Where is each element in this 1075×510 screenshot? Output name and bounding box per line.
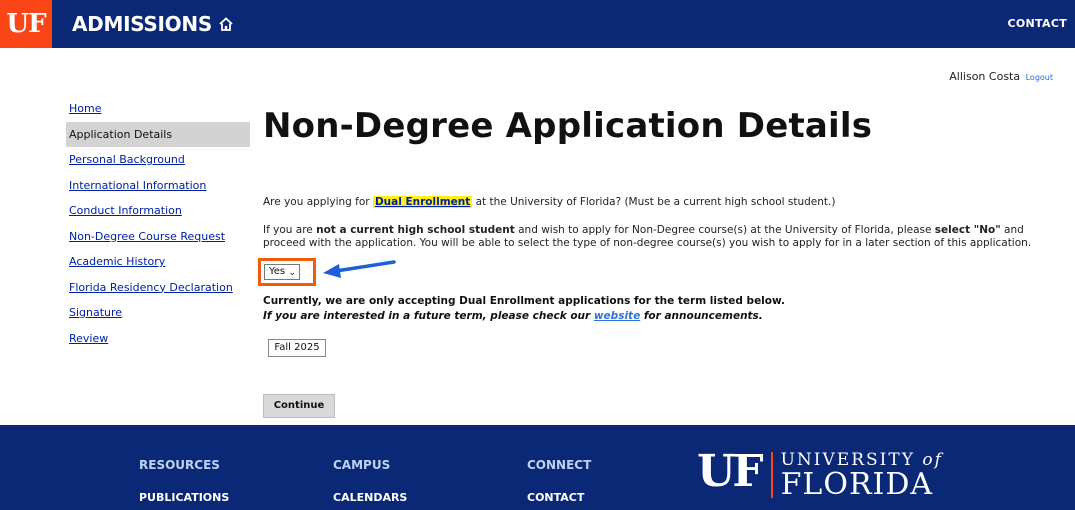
info-text-1: If you are [263,224,317,236]
user-name: Allison Costa [949,70,1021,83]
sidebar-item-conduct-information[interactable]: Conduct Information [66,198,250,224]
uf-logo-letters: UF [697,446,764,497]
footer-link-publications[interactable]: PUBLICATIONS [139,491,229,504]
term-field: Fall 2025 [268,339,326,357]
info-bold-2: select "No" [934,224,1001,236]
annotation-highlight-box: Yes ⌄ [258,258,316,286]
dual-enrollment-select[interactable]: Yes ⌄ [264,264,300,280]
uf-logo-badge[interactable]: UF [0,0,52,48]
footer-heading-connect: CONNECT [527,458,592,472]
footer-col-campus: CAMPUS CALENDARS [333,458,407,504]
header-contact-link[interactable]: CONTACT [1008,17,1067,30]
question-text-pre: Are you applying for [263,196,373,208]
site-footer: RESOURCES PUBLICATIONS CAMPUS CALENDARS … [0,425,1075,510]
notice-line-2: If you are interested in a future term, … [263,309,785,324]
logout-link[interactable]: Logout [1026,73,1053,82]
sidebar-item-review[interactable]: Review [66,326,250,352]
sidebar-item-home[interactable]: Home [66,96,250,122]
uf-logo-wordmark: UNIVERSITY of FLORIDA [781,450,943,500]
chevron-down-icon: ⌄ [288,268,296,278]
footer-col-resources: RESOURCES PUBLICATIONS [139,458,229,504]
sidebar-item-personal-background[interactable]: Personal Background [66,147,250,173]
continue-button[interactable]: Continue [263,394,335,418]
sidebar-item-florida-residency-declaration[interactable]: Florida Residency Declaration [66,275,250,301]
home-icon[interactable] [218,16,234,32]
sidebar-item-signature[interactable]: Signature [66,300,250,326]
annotation-arrow-icon [323,260,396,278]
term-notice: Currently, we are only accepting Dual En… [263,294,785,324]
sidebar-item-international-information[interactable]: International Information [66,173,250,199]
info-bold-1: not a current high school student [316,224,515,236]
user-info: Allison Costa Logout [949,70,1053,83]
notice-text-post: for announcements. [640,310,763,322]
university-of-florida-logo[interactable]: UF UNIVERSITY of FLORIDA [697,450,943,500]
site-title[interactable]: ADMISSIONS [72,12,212,36]
footer-heading-resources: RESOURCES [139,458,220,472]
sidebar-nav: Home Application Details Personal Backgr… [66,96,250,351]
admissions-home-link[interactable]: ADMISSIONS [72,12,234,36]
website-link[interactable]: website [594,310,640,322]
logo-florida-text: FLORIDA [780,467,934,502]
logo-divider [770,452,773,498]
footer-heading-campus: CAMPUS [333,458,391,472]
page-title: Non-Degree Application Details [263,106,873,146]
sidebar-item-academic-history[interactable]: Academic History [66,249,250,275]
sidebar-item-application-details[interactable]: Application Details [66,121,250,147]
footer-link-contact[interactable]: CONTACT [527,491,591,504]
notice-line-1: Currently, we are only accepting Dual En… [263,295,786,307]
footer-link-calendars[interactable]: CALENDARS [333,491,407,504]
info-text-2: and wish to apply for Non-Degree course(… [514,224,935,236]
question-text-post: at the University of Florida? (Must be a… [472,196,836,208]
select-value: Yes [269,266,286,277]
dual-enrollment-question: Are you applying for Dual Enrollment at … [263,196,835,208]
non-degree-instructions: If you are not a current high school stu… [263,224,1048,250]
dual-enrollment-link[interactable]: Dual Enrollment [372,196,473,208]
footer-col-connect: CONNECT CONTACT [527,458,591,504]
notice-text-pre: If you are interested in a future term, … [263,310,594,322]
sidebar-item-non-degree-course-request[interactable]: Non-Degree Course Request [66,224,250,250]
top-header-bar: UF ADMISSIONS CONTACT [0,0,1075,48]
